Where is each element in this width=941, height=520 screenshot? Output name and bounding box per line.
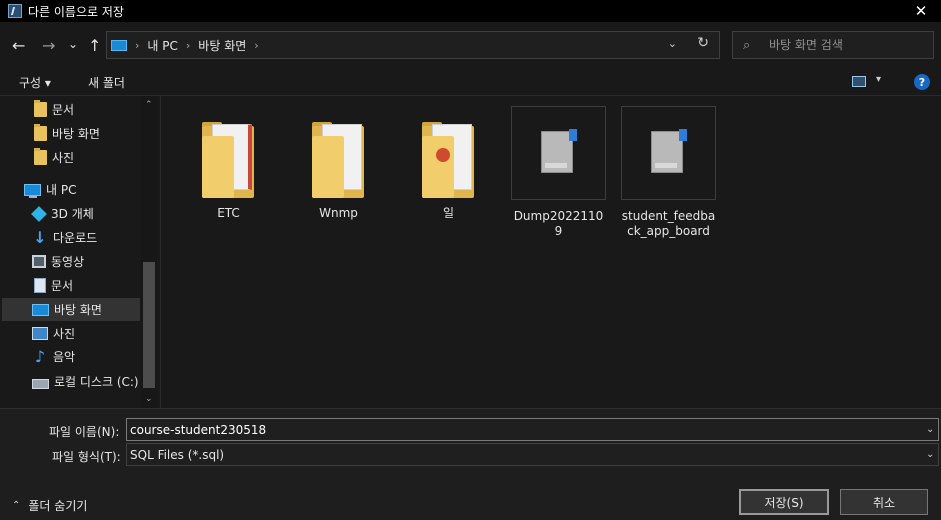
filetype-label: 파일 형식(T): — [52, 450, 121, 464]
view-options-chevron-icon[interactable]: ▾ — [876, 74, 881, 85]
file-item-etc[interactable]: ETC — [181, 106, 276, 221]
sidebar-item-quick-documents[interactable]: 문서 — [32, 98, 74, 121]
file-name: ETC — [217, 206, 240, 220]
folder-icon — [198, 120, 260, 200]
search-box[interactable]: ⌕ — [732, 31, 934, 59]
app-icon — [8, 4, 22, 18]
back-arrow-icon[interactable]: ← — [12, 38, 25, 54]
sidebar-item-quick-desktop[interactable]: 바탕 화면 — [32, 122, 100, 145]
sidebar-item-label: 바탕 화면 — [54, 303, 102, 317]
filetype-dropdown-chevron-icon[interactable]: ⌄ — [926, 449, 934, 460]
file-item-dump[interactable]: Dump20221109 — [511, 106, 606, 238]
sidebar-item-label: 사진 — [53, 327, 76, 341]
organize-menu-button[interactable]: 구성 ▾ — [19, 74, 51, 91]
pc-icon — [24, 183, 41, 198]
sidebar-item-desktop[interactable]: 바탕 화면 — [2, 298, 140, 321]
view-options-icon[interactable] — [852, 76, 866, 87]
filename-input[interactable] — [126, 418, 939, 441]
file-item-wnmp[interactable]: Wnmp — [291, 106, 386, 221]
title-bar: 다른 이름으로 저장 ✕ — [0, 0, 941, 22]
sidebar-item-this-pc[interactable]: 내 PC — [24, 178, 76, 201]
sidebar-item-label: 문서 — [52, 103, 75, 117]
sidebar-item-label: 문서 — [51, 279, 74, 293]
pc-icon — [111, 39, 127, 51]
sidebar-item-videos[interactable]: 동영상 — [32, 250, 84, 273]
cube-icon — [31, 205, 47, 222]
breadcrumb-separator: › — [185, 38, 191, 52]
up-arrow-icon[interactable]: ↑ — [88, 38, 101, 54]
picture-icon — [32, 327, 48, 340]
hide-folders-label: 폴더 숨기기 — [28, 499, 88, 513]
sidebar-item-label: 바탕 화면 — [52, 127, 100, 141]
save-button[interactable]: 저장(S) — [739, 489, 829, 515]
navigation-pane[interactable]: 문서 바탕 화면 사진 내 PC 3D 개체 ↓ 다운로드 동영상 문서 바탕 … — [0, 96, 158, 408]
forward-arrow-icon[interactable]: → — [42, 38, 55, 54]
sidebar-item-local-disk[interactable]: 로컬 디스크 (C:) — [32, 370, 139, 393]
download-icon: ↓ — [33, 228, 47, 247]
sidebar-item-label: 3D 개체 — [51, 207, 94, 221]
breadcrumb-separator: › — [254, 38, 259, 52]
refresh-icon[interactable]: ↻ — [697, 35, 709, 51]
sidebar-item-label: 내 PC — [46, 183, 77, 197]
sidebar-item-label: 음악 — [53, 350, 76, 364]
scroll-down-chevron-icon[interactable]: ⌄ — [145, 394, 153, 404]
sidebar-item-label: 동영상 — [51, 255, 85, 269]
toolbar: 구성 ▾ 새 폴더 — [0, 68, 941, 96]
sidebar-item-pictures[interactable]: 사진 — [32, 322, 75, 345]
drive-icon — [32, 378, 49, 389]
close-button[interactable]: ✕ — [901, 0, 941, 22]
sidebar-item-label: 사진 — [52, 151, 75, 165]
sidebar-item-documents[interactable]: 문서 — [32, 274, 73, 297]
sidebar-item-music[interactable]: ♪ 음악 — [32, 345, 75, 368]
sidebar-item-quick-pictures[interactable]: 사진 — [32, 146, 74, 169]
hide-folders-button[interactable]: ⌃ 폴더 숨기기 — [12, 497, 87, 514]
filetype-selected-value: SQL Files (*.sql) — [130, 447, 225, 462]
sql-file-icon — [649, 129, 689, 177]
file-name: student_feedback_app_board — [621, 209, 716, 238]
sidebar-scroll-thumb[interactable] — [143, 262, 155, 388]
filename-label: 파일 이름(N): — [49, 425, 120, 439]
filename-dropdown-chevron-icon[interactable]: ⌄ — [926, 424, 934, 435]
new-folder-button[interactable]: 새 폴더 — [88, 74, 125, 91]
file-name: 일 — [442, 206, 455, 220]
file-name: Wnmp — [319, 206, 358, 220]
folder-icon — [34, 124, 47, 141]
breadcrumb-separator: › — [135, 38, 140, 52]
sql-file-icon — [539, 129, 579, 177]
cancel-button[interactable]: 취소 — [840, 489, 928, 515]
filetype-select[interactable]: SQL Files (*.sql) — [126, 443, 939, 466]
folder-icon — [418, 120, 480, 200]
file-item-work[interactable]: 일 — [401, 106, 496, 221]
file-name: Dump20221109 — [513, 209, 604, 238]
desktop-icon — [32, 303, 49, 316]
scroll-up-chevron-icon[interactable]: ⌃ — [145, 100, 153, 110]
address-bar[interactable]: › 내 PC › 바탕 화면 › ⌄ ↻ — [106, 31, 720, 59]
sidebar-item-label: 로컬 디스크 (C:) — [54, 375, 139, 389]
sidebar-item-downloads[interactable]: ↓ 다운로드 — [32, 226, 97, 249]
breadcrumb-desktop[interactable]: 바탕 화면 — [198, 37, 246, 54]
sidebar-item-3d-objects[interactable]: 3D 개체 — [31, 202, 94, 225]
search-icon: ⌕ — [743, 37, 751, 53]
sidebar-item-label: 다운로드 — [53, 231, 98, 245]
address-dropdown-chevron-icon[interactable]: ⌄ — [668, 37, 677, 50]
video-icon — [32, 255, 46, 268]
chevron-up-icon: ⌃ — [12, 500, 21, 511]
help-button[interactable]: ? — [914, 74, 930, 90]
search-input[interactable] — [769, 38, 929, 52]
file-item-student-feedback[interactable]: student_feedback_app_board — [621, 106, 716, 238]
breadcrumb-pc[interactable]: 내 PC — [147, 37, 177, 54]
window-title: 다른 이름으로 저장 — [28, 4, 124, 19]
file-list[interactable]: ETC Wnmp 일 Dump20221109 student_feedback… — [160, 96, 941, 408]
folder-icon — [34, 148, 47, 165]
document-icon — [34, 278, 46, 293]
folder-icon — [308, 120, 370, 200]
music-icon: ♪ — [34, 347, 46, 366]
recent-locations-chevron-icon[interactable]: ⌄ — [68, 36, 78, 52]
folder-icon — [34, 100, 47, 117]
